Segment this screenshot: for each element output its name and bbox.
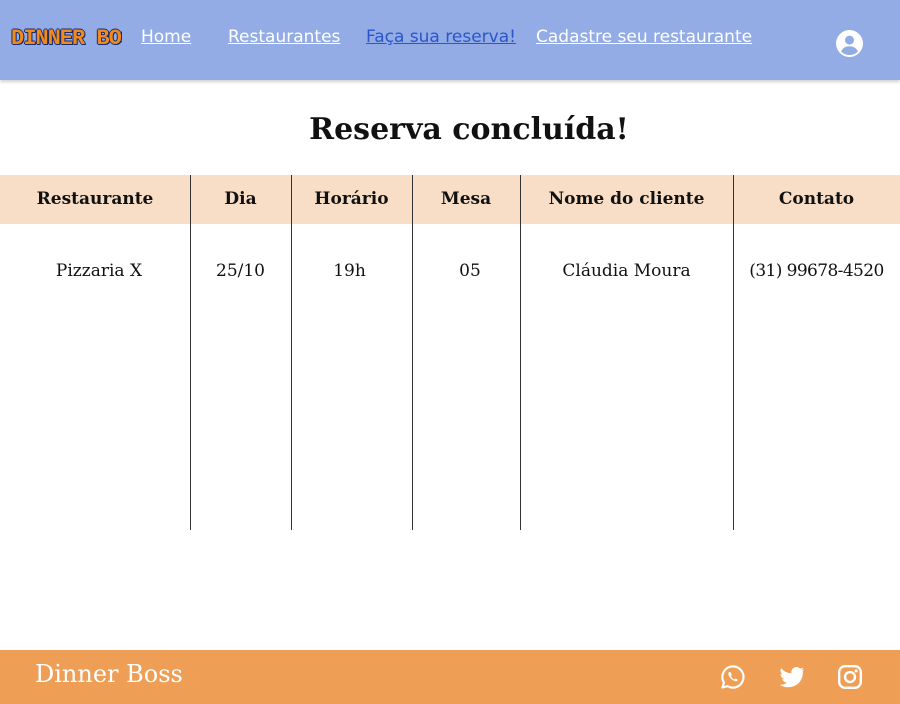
column-header-nome-do-cliente: Nome do cliente	[548, 189, 705, 209]
nav-link-faca-sua-reserva[interactable]: Faça sua reserva!	[366, 26, 516, 48]
column-divider	[733, 175, 734, 530]
user-circle-icon[interactable]	[836, 30, 863, 57]
nav-link-cadastre-seu-restaurante[interactable]: Cadastre seu restaurante	[536, 26, 752, 48]
column-divider	[412, 175, 413, 530]
cell-contato: (31) 99678-4520	[749, 261, 884, 281]
column-header-dia: Dia	[224, 189, 257, 209]
cell-nome-do-cliente: Cláudia Moura	[562, 261, 691, 281]
nav-link-home[interactable]: Home	[141, 26, 191, 48]
column-divider	[520, 175, 521, 530]
column-header-horario: Horário	[314, 189, 389, 209]
footer-brand: Dinner Boss	[35, 660, 183, 688]
column-header-restaurante: Restaurante	[36, 189, 154, 209]
page-title: Reserva concluída!	[309, 112, 629, 147]
dinner-boss-logo[interactable]: DINNER BOSS	[11, 26, 122, 52]
cell-dia: 25/10	[216, 261, 265, 281]
column-header-mesa: Mesa	[440, 189, 492, 209]
cell-mesa: 05	[459, 261, 481, 281]
column-divider	[291, 175, 292, 530]
instagram-icon[interactable]	[837, 664, 863, 690]
column-header-contato: Contato	[778, 189, 855, 209]
cell-restaurante: Pizzaria X	[55, 261, 143, 281]
whatsapp-icon[interactable]	[720, 664, 746, 690]
cell-horario: 19h	[333, 261, 366, 281]
column-divider	[190, 175, 191, 530]
twitter-icon[interactable]	[779, 664, 805, 690]
nav-link-restaurantes[interactable]: Restaurantes	[228, 26, 340, 48]
